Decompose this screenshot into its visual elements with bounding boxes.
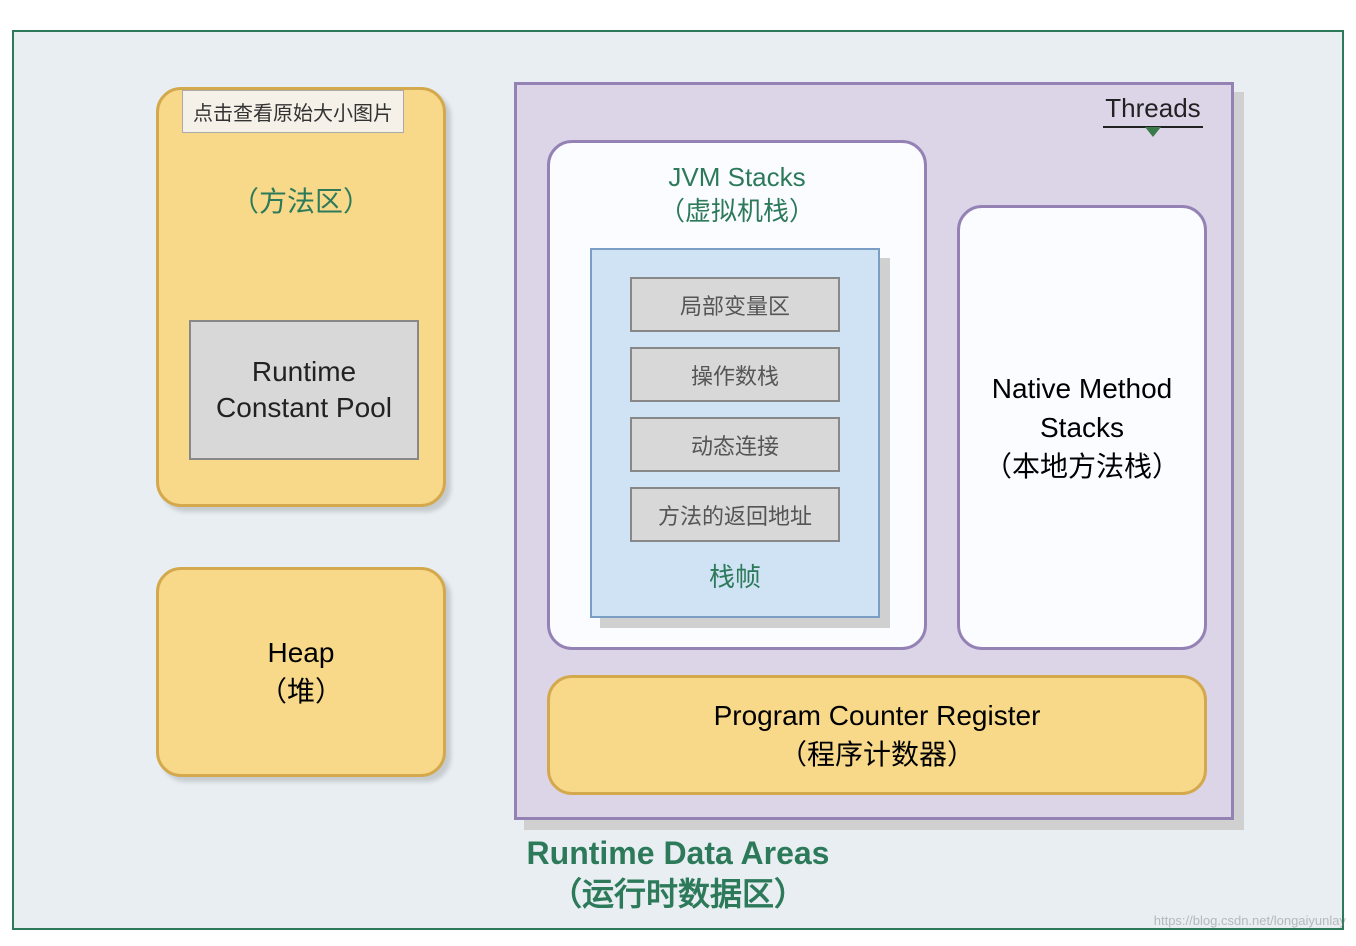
watermark-text: https://blog.csdn.net/longaiyunlay bbox=[1154, 913, 1346, 928]
native-stacks-subtitle: （本地方法栈） bbox=[960, 447, 1204, 486]
constant-pool-text: Runtime Constant Pool bbox=[216, 354, 392, 427]
method-area-subtitle: （方法区） bbox=[159, 180, 443, 220]
pc-register-subtitle: （程序计数器） bbox=[714, 735, 1041, 774]
pc-register-box: Program Counter Register （程序计数器） bbox=[547, 675, 1207, 795]
stack-frame-box: 局部变量区 操作数栈 动态连接 方法的返回地址 栈帧 bbox=[590, 248, 880, 618]
jvm-stacks-label: JVM Stacks （虚拟机栈） bbox=[550, 161, 924, 229]
native-method-stacks-box: Native Method Stacks （本地方法栈） bbox=[957, 205, 1207, 650]
frame-item-dynamic-link: 动态连接 bbox=[630, 417, 840, 472]
jvm-stacks-box: JVM Stacks （虚拟机栈） 局部变量区 操作数栈 动态连接 方法的返回地… bbox=[547, 140, 927, 650]
frame-item-local-vars: 局部变量区 bbox=[630, 277, 840, 332]
runtime-constant-pool-box: Runtime Constant Pool bbox=[189, 320, 419, 460]
diagram-title-cn: （运行时数据区） bbox=[550, 876, 806, 912]
tooltip-text: 点击查看原始大小图片 bbox=[193, 103, 393, 125]
runtime-data-areas-container: 点击查看原始大小图片 （方法区） Runtime Constant Pool H… bbox=[12, 30, 1344, 930]
frame-item-return-addr: 方法的返回地址 bbox=[630, 487, 840, 542]
pc-register-title: Program Counter Register bbox=[714, 696, 1041, 735]
threads-area-box: Threads JVM Stacks （虚拟机栈） 局部变量区 操作数栈 动态连… bbox=[514, 82, 1234, 820]
chevron-down-icon bbox=[1145, 127, 1161, 137]
diagram-title-en: Runtime Data Areas bbox=[527, 835, 830, 871]
heap-subtitle: （堆） bbox=[259, 672, 343, 711]
tooltip-click-fullsize[interactable]: 点击查看原始大小图片 bbox=[182, 90, 404, 133]
threads-label: Threads bbox=[1103, 93, 1203, 128]
native-stacks-title: Native Method Stacks bbox=[960, 369, 1204, 447]
jvm-stacks-title: JVM Stacks bbox=[668, 162, 805, 192]
stack-frame-label: 栈帧 bbox=[592, 557, 878, 594]
method-area-box: （方法区） Runtime Constant Pool bbox=[156, 87, 446, 507]
diagram-title: Runtime Data Areas （运行时数据区） bbox=[14, 833, 1342, 916]
frame-item-operand-stack: 操作数栈 bbox=[630, 347, 840, 402]
jvm-stacks-subtitle: （虚拟机栈） bbox=[659, 196, 815, 226]
heap-box: Heap （堆） bbox=[156, 567, 446, 777]
heap-title: Heap bbox=[259, 633, 343, 672]
